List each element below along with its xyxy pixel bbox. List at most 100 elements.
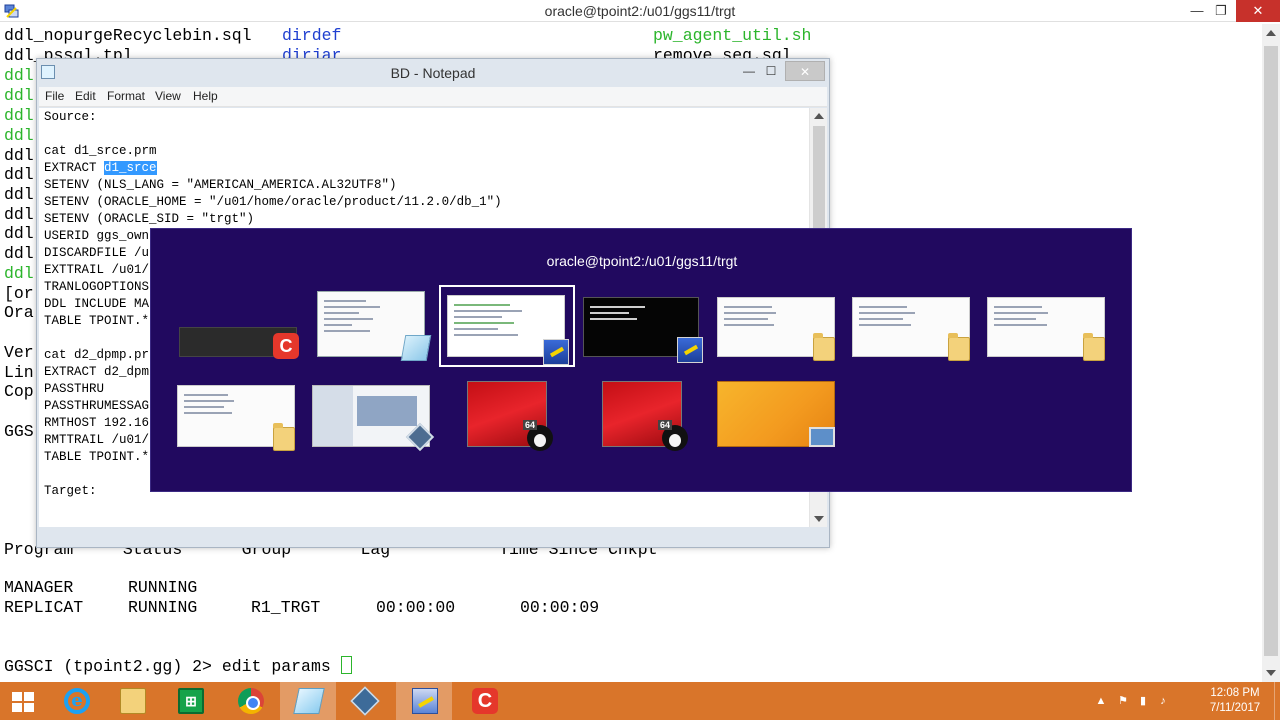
clock-date: 7/11/2017 — [1209, 702, 1261, 714]
scroll-thumb[interactable] — [1264, 46, 1278, 656]
terminal-fragment: ddl — [4, 106, 34, 125]
switcher-window-notepad[interactable] — [317, 291, 432, 361]
notepad-maximize-button[interactable]: ☐ — [759, 61, 783, 81]
terminal-fragment: ddl — [4, 185, 34, 204]
menu-format[interactable]: Format — [107, 89, 145, 103]
putty-titlebar[interactable]: oracle@tpoint2:/u01/ggs11/trgt — ❐ ✕ — [0, 0, 1280, 22]
notepad-titlebar[interactable]: BD - Notepad — ☐ ✕ — [37, 59, 829, 87]
text-line: Target: — [44, 484, 97, 498]
text-line: EXTRACT d2_dpm — [44, 365, 150, 379]
taskbar-camtasia[interactable]: C — [456, 682, 512, 720]
terminal-fragment: ddl — [4, 66, 34, 85]
taskbar-internet-explorer[interactable]: e — [48, 682, 104, 720]
switcher-window-explorer-1[interactable] — [717, 297, 835, 361]
file-explorer-icon — [120, 688, 146, 714]
scroll-up-icon[interactable] — [814, 113, 824, 119]
switcher-window-putty-src[interactable] — [583, 297, 703, 363]
text-line: RMTHOST 192.16 — [44, 416, 150, 430]
switcher-window-explorer-4[interactable] — [177, 385, 295, 451]
taskbar-file-explorer[interactable] — [104, 682, 160, 720]
text-line: PASSTHRU — [44, 382, 105, 396]
ggsci-prompt[interactable]: GGSCI (tpoint2.gg) 2> edit params — [4, 656, 352, 677]
menu-view[interactable]: View — [155, 89, 181, 103]
menu-edit[interactable]: Edit — [75, 89, 96, 103]
terminal-cursor — [340, 656, 352, 674]
scroll-up-icon[interactable] — [1266, 30, 1276, 36]
linux-vm-icon: 64 — [523, 420, 553, 451]
terminal-fragment: Ora — [4, 303, 34, 322]
internet-explorer-icon: e — [64, 688, 90, 714]
program-cell: MANAGER — [4, 578, 74, 597]
terminal-fragment: Cop — [4, 382, 34, 401]
switcher-window-explorer-3[interactable] — [987, 297, 1105, 361]
dir-name: dirdef — [282, 26, 342, 45]
program-cell: REPLICAT — [4, 598, 84, 617]
volume-icon[interactable]: ♪ — [1156, 694, 1170, 708]
text-line: EXTRACT d1_srce — [44, 160, 157, 177]
selected-text[interactable]: d1_srce — [104, 161, 157, 175]
file-name: ddl_nopurgeRecyclebin.sql — [4, 26, 252, 45]
switcher-window-vm-linux-1[interactable]: 64 — [467, 381, 553, 451]
folder-icon — [948, 333, 970, 361]
store-icon: ⊞ — [178, 688, 204, 714]
putty-title: oracle@tpoint2:/u01/ggs11/trgt — [544, 3, 736, 19]
folder-icon — [273, 423, 295, 451]
switcher-window-vm-linux-2[interactable]: 64 — [602, 381, 688, 451]
camtasia-icon: C — [273, 333, 299, 359]
text-line: cat d2_dpmp.pr — [44, 348, 150, 362]
switcher-window-desktop[interactable] — [717, 381, 835, 447]
taskbar-store[interactable]: ⊞ — [162, 682, 218, 720]
action-center-icon[interactable]: ⚑ — [1116, 694, 1130, 708]
terminal-fragment: ddl — [4, 205, 34, 224]
extract-keyword: EXTRACT — [44, 161, 105, 175]
text-line: USERID ggs_own — [44, 229, 150, 243]
notepad-icon — [293, 688, 325, 714]
status-cell: RUNNING — [128, 598, 198, 617]
windows-logo-icon — [12, 692, 34, 712]
terminal-line: ddl_nopurgeRecyclebin.sql dirdef pw_agent_… — [4, 26, 811, 46]
notepad-menubar: File Edit Format View Help — [39, 87, 827, 107]
show-desktop-button[interactable] — [1274, 682, 1280, 720]
linux-vm-icon: 64 — [658, 420, 688, 451]
text-line: cat d1_srce.prm — [44, 144, 157, 158]
text-line: PASSTHRUMESSAG — [44, 399, 150, 413]
terminal-scrollbar[interactable] — [1262, 24, 1280, 682]
taskbar-virtualbox[interactable] — [336, 682, 392, 720]
terminal-fragment: ddl — [4, 146, 34, 165]
taskbar-chrome[interactable] — [222, 682, 278, 720]
switcher-window-virtualbox[interactable] — [312, 385, 435, 452]
task-switcher: oracle@tpoint2:/u01/ggs11/trgt C 64 64 — [150, 228, 1132, 492]
start-button[interactable] — [0, 682, 48, 720]
terminal-fragment: ddl — [4, 126, 34, 145]
notepad-minimize-button[interactable]: — — [737, 61, 761, 81]
folder-icon — [1083, 333, 1105, 361]
notepad-close-button[interactable]: ✕ — [785, 61, 825, 81]
menu-file[interactable]: File — [45, 89, 64, 103]
scroll-down-icon[interactable] — [1266, 670, 1276, 676]
switcher-window-explorer-2[interactable] — [852, 297, 970, 361]
notepad-title: BD - Notepad — [390, 65, 476, 81]
text-line: TABLE TPOINT.* — [44, 314, 150, 328]
terminal-fragment: ddl — [4, 244, 34, 263]
taskbar-notepad[interactable] — [280, 682, 336, 720]
script-name: pw_agent_util.sh — [653, 26, 812, 45]
chrome-icon — [238, 688, 264, 714]
status-cell: RUNNING — [128, 578, 198, 597]
manager-row: MANAGER RUNNING — [4, 578, 197, 598]
prompt-text: GGSCI (tpoint2.gg) 2> edit params — [4, 657, 341, 676]
battery-icon[interactable]: ▮ — [1136, 694, 1150, 708]
switcher-window-camtasia[interactable]: C — [179, 327, 299, 359]
putty-maximize-button[interactable]: ❐ — [1206, 0, 1236, 22]
text-line: DDL INCLUDE MA — [44, 297, 150, 311]
putty-close-button[interactable]: ✕ — [1236, 0, 1280, 22]
menu-help[interactable]: Help — [193, 89, 218, 103]
show-hidden-icons-icon[interactable]: ▲ — [1094, 694, 1108, 708]
terminal-fragment: Lin — [4, 363, 34, 382]
taskbar-putty[interactable] — [396, 682, 452, 720]
switcher-window-putty-trgt[interactable] — [447, 295, 569, 365]
switcher-title: oracle@tpoint2:/u01/ggs11/trgt — [546, 253, 738, 269]
terminal-fragment: ddl — [4, 165, 34, 184]
scroll-down-icon[interactable] — [814, 516, 824, 522]
taskbar-clock[interactable]: 12:08 PM 7/11/2017 — [1200, 686, 1270, 716]
putty-icon — [412, 688, 438, 714]
